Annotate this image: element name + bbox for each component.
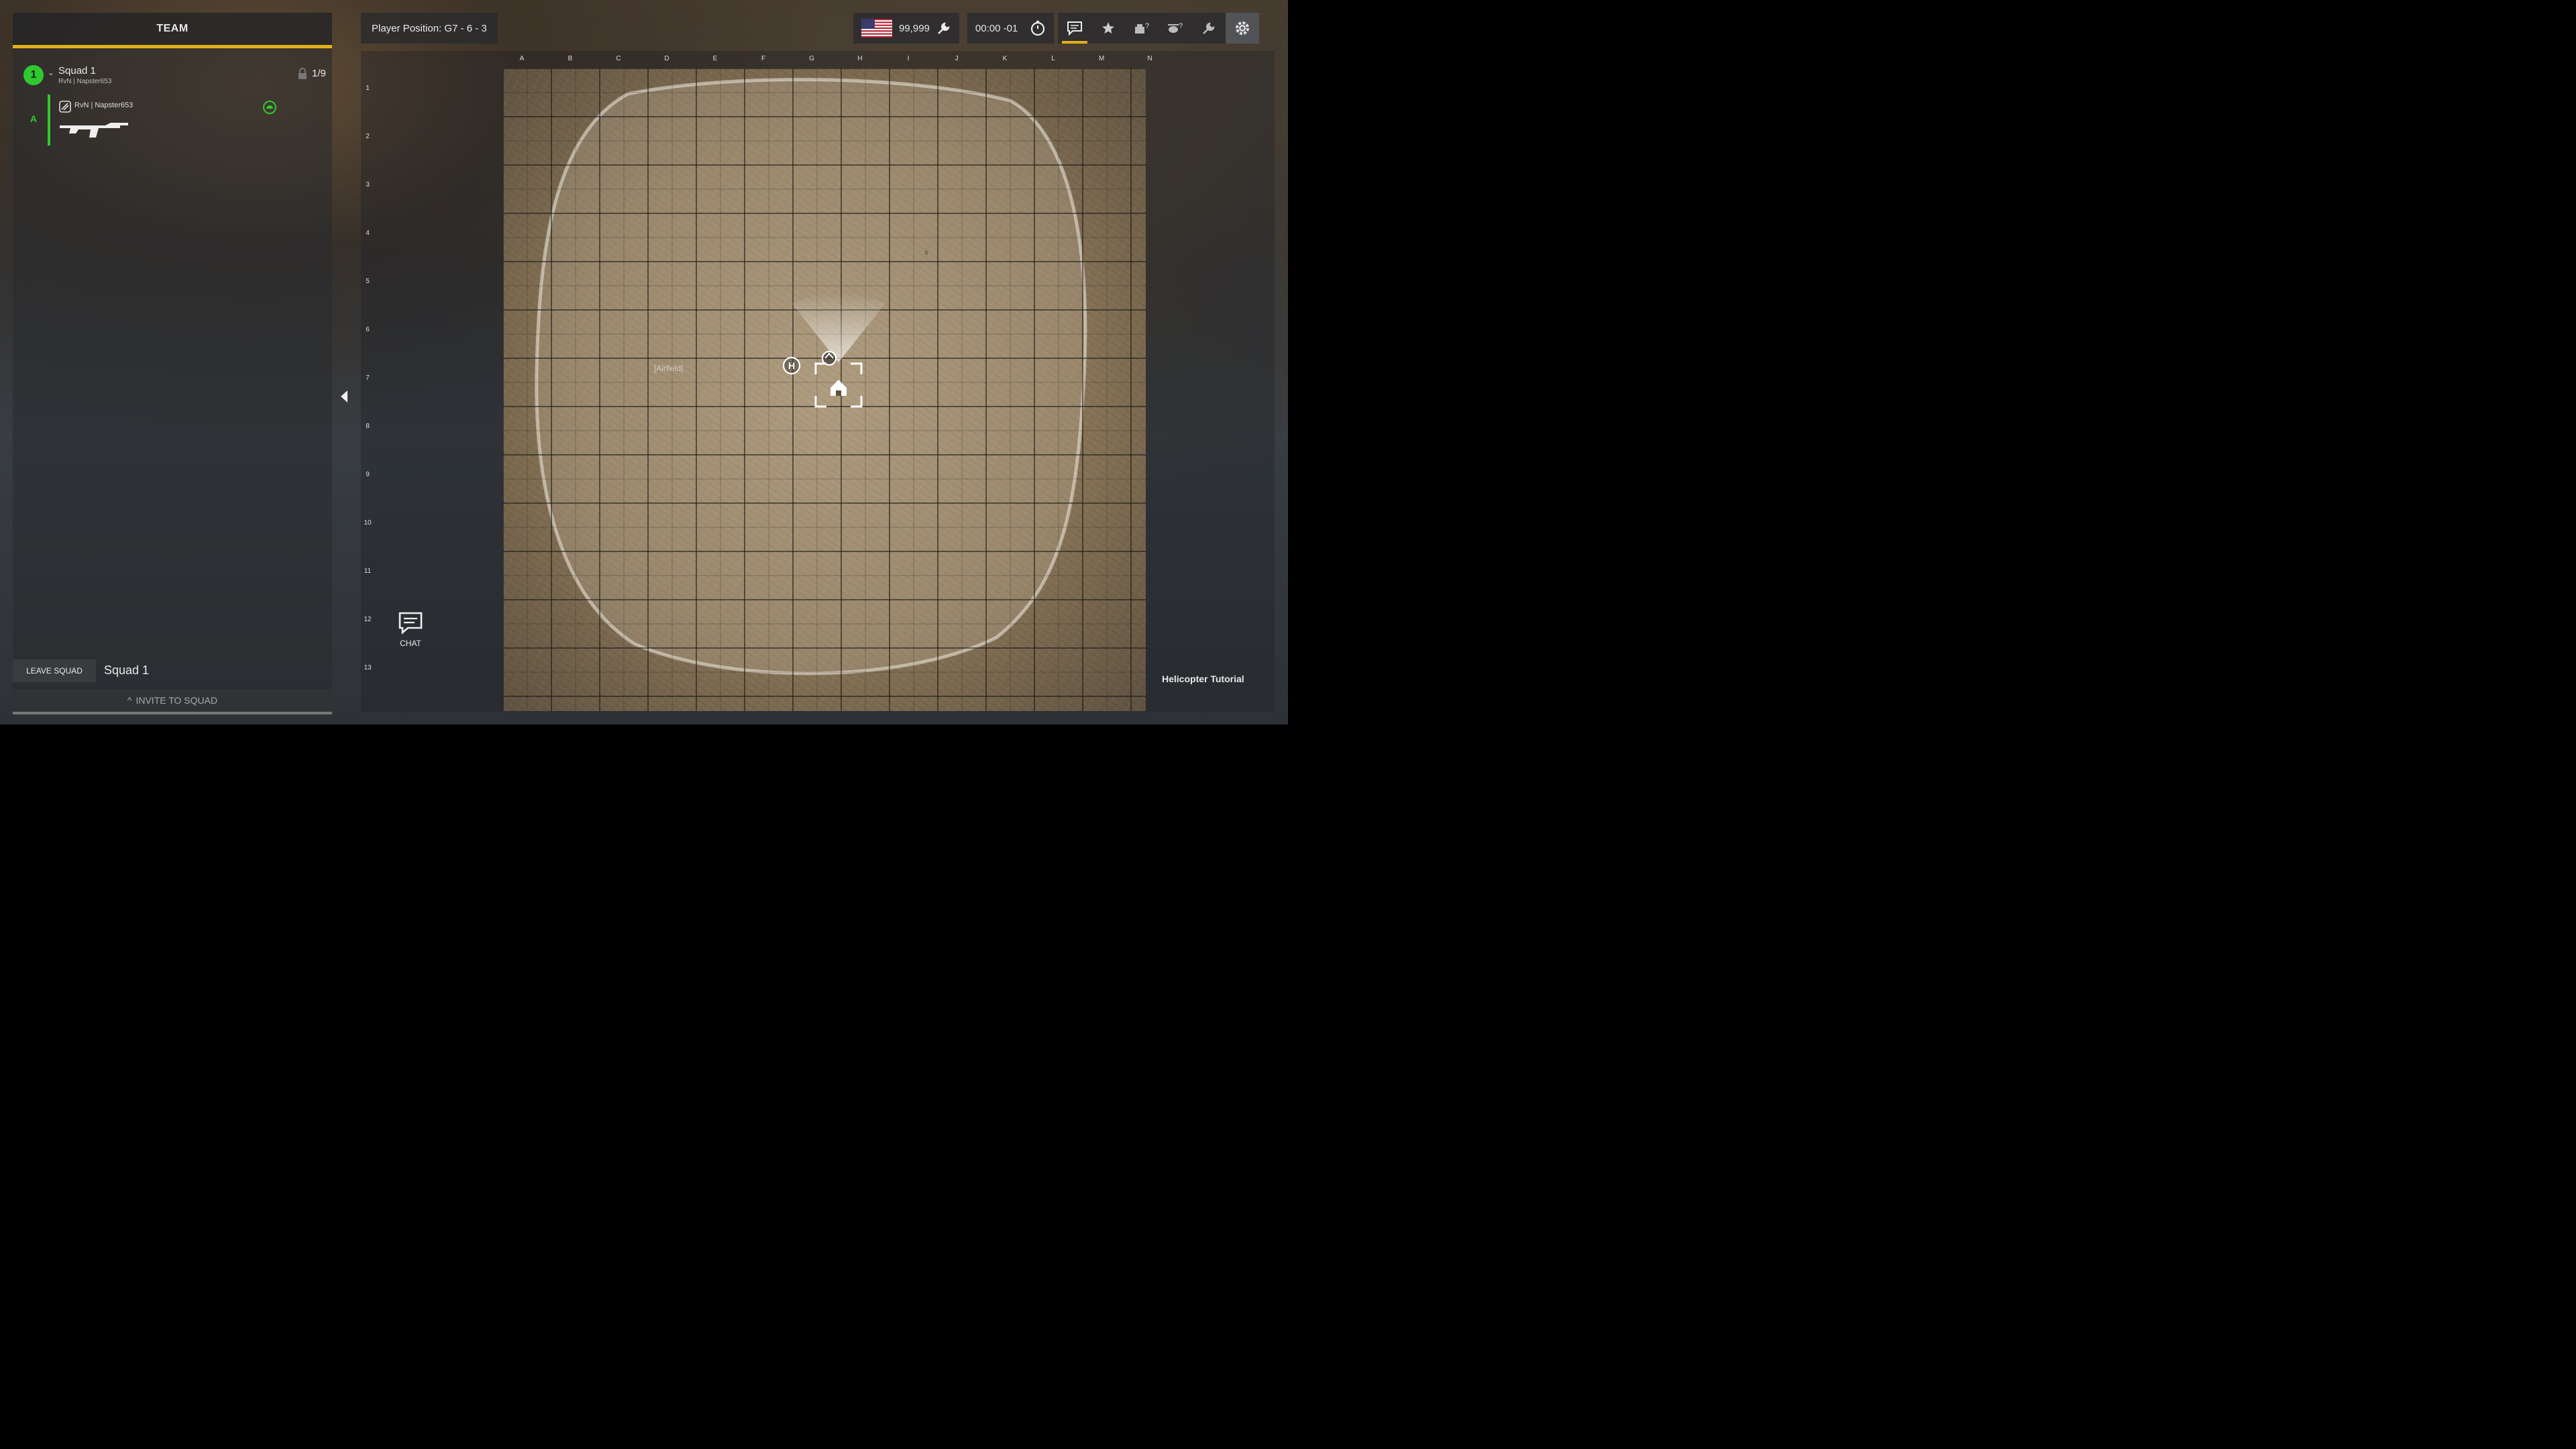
chat-button[interactable]: CHAT <box>390 610 431 660</box>
map-frame: ABCDEFGHIJKLMN 1 2 3 4 5 6 7 8 9 10 11 12 13 H <box>361 51 1275 712</box>
rifle-icon <box>60 123 128 138</box>
map-row-label: 7 <box>366 374 370 382</box>
gear-icon <box>1236 21 1250 35</box>
map-row-label: 9 <box>366 471 370 478</box>
star-icon <box>1102 22 1115 34</box>
wrench-icon <box>1203 22 1215 34</box>
current-squad-label: Squad 1 <box>104 663 150 677</box>
helicopter-tutorial-label: Helicopter Tutorial <box>1162 674 1244 684</box>
fireteam-letter: A <box>30 113 38 124</box>
squad-leader-role-icon <box>59 101 71 113</box>
squad-member-card[interactable]: RvN | Napster653 <box>48 95 327 146</box>
map-column-label: H <box>857 55 863 62</box>
map-column-label: J <box>955 55 959 62</box>
map-column-label: G <box>809 55 814 62</box>
team-tab[interactable]: TEAM <box>13 13 332 48</box>
map-column-label: I <box>907 55 910 62</box>
map-column-label: A <box>519 55 525 62</box>
player-position-readout: Player Position: G7 - 6 - 3 <box>361 13 498 44</box>
map-column-label: M <box>1098 55 1105 62</box>
map-column-label: N <box>1147 55 1152 62</box>
squad-row[interactable]: 1 ⌄ Squad 1 RvN | Napster653 1/9 <box>21 64 326 88</box>
helicopter-help-button[interactable]: ? <box>1159 13 1192 44</box>
stopwatch-icon <box>1031 20 1045 36</box>
helmet-status-icon <box>263 101 276 114</box>
game-screen: TEAM 1 ⌄ Squad 1 RvN | Napster653 1/9 A … <box>0 0 1288 724</box>
map-row-label: 1 <box>366 85 370 92</box>
squad-name: Squad 1 <box>58 65 96 76</box>
wrench-credits-icon <box>938 22 950 34</box>
match-timer: 00:00 -01 <box>975 22 1018 34</box>
credits-value: 99,999 <box>899 22 930 34</box>
top-bar: 99,999 00:00 -01 ? ? <box>853 13 1260 44</box>
chat-icon <box>1067 21 1083 36</box>
map-column-label: L <box>1051 55 1055 62</box>
lock-icon[interactable] <box>297 68 308 80</box>
invite-label: INVITE TO SQUAD <box>136 695 218 706</box>
map-row-label: 13 <box>364 664 372 672</box>
team-panel: TEAM 1 ⌄ Squad 1 RvN | Napster653 1/9 A … <box>13 13 332 714</box>
chat-tab-button[interactable] <box>1058 13 1091 44</box>
chat-label: CHAT <box>400 639 421 648</box>
main-base-spawn-icon[interactable] <box>813 361 864 409</box>
map-column-label: K <box>1002 55 1008 62</box>
helicopter-help-icon: ? <box>1168 22 1183 33</box>
map-row-label: 2 <box>366 133 370 140</box>
map-column-label: E <box>712 55 718 62</box>
map-row-label: 12 <box>364 616 372 623</box>
tactical-map[interactable]: H [Airfield] X <box>503 68 1146 711</box>
map-region-label: [Airfield] <box>654 364 684 373</box>
helipad-marker-icon[interactable]: H <box>782 356 802 376</box>
map-column-label: B <box>568 55 573 62</box>
svg-text:H: H <box>788 360 795 371</box>
chevron-up-icon: ^ <box>127 695 132 706</box>
chat-bubble-icon <box>398 612 423 635</box>
top-icon-bar: ? ? <box>1058 13 1260 44</box>
favorites-button[interactable] <box>1091 13 1125 44</box>
settings-button[interactable] <box>1226 13 1260 44</box>
leave-squad-button[interactable]: LEAVE SQUAD <box>13 659 96 682</box>
chevron-down-icon[interactable]: ⌄ <box>48 68 54 77</box>
member-name: RvN | Napster653 <box>74 101 133 109</box>
squad-number-badge: 1 <box>23 65 44 85</box>
map-row-label: 10 <box>364 519 372 527</box>
svg-text:?: ? <box>1145 22 1149 30</box>
invite-to-squad-button[interactable]: ^ INVITE TO SQUAD <box>13 689 332 714</box>
us-flag-icon <box>861 19 892 38</box>
tools-button[interactable] <box>1192 13 1226 44</box>
map-row-label: 4 <box>366 229 370 237</box>
map-row-label: 3 <box>366 181 370 189</box>
match-timer-box: 00:00 -01 <box>967 13 1055 44</box>
map-row-label: 5 <box>366 278 370 285</box>
svg-text:?: ? <box>1179 22 1183 30</box>
map-point-label: X <box>924 250 929 256</box>
vehicle-help-button[interactable]: ? <box>1125 13 1159 44</box>
faction-credits-box: 99,999 <box>853 13 959 44</box>
map-row-label: 6 <box>366 326 370 333</box>
map-column-label: D <box>664 55 669 62</box>
vehicle-help-icon: ? <box>1135 22 1149 34</box>
map-column-label: F <box>761 55 766 62</box>
squad-member-count: 1/9 <box>312 68 326 79</box>
map-row-label: 11 <box>364 568 372 575</box>
collapse-panel-arrow-icon[interactable] <box>339 389 349 404</box>
squad-leader-name: RvN | Napster653 <box>58 78 112 85</box>
map-column-label: C <box>616 55 621 62</box>
map-row-label: 8 <box>366 423 370 430</box>
